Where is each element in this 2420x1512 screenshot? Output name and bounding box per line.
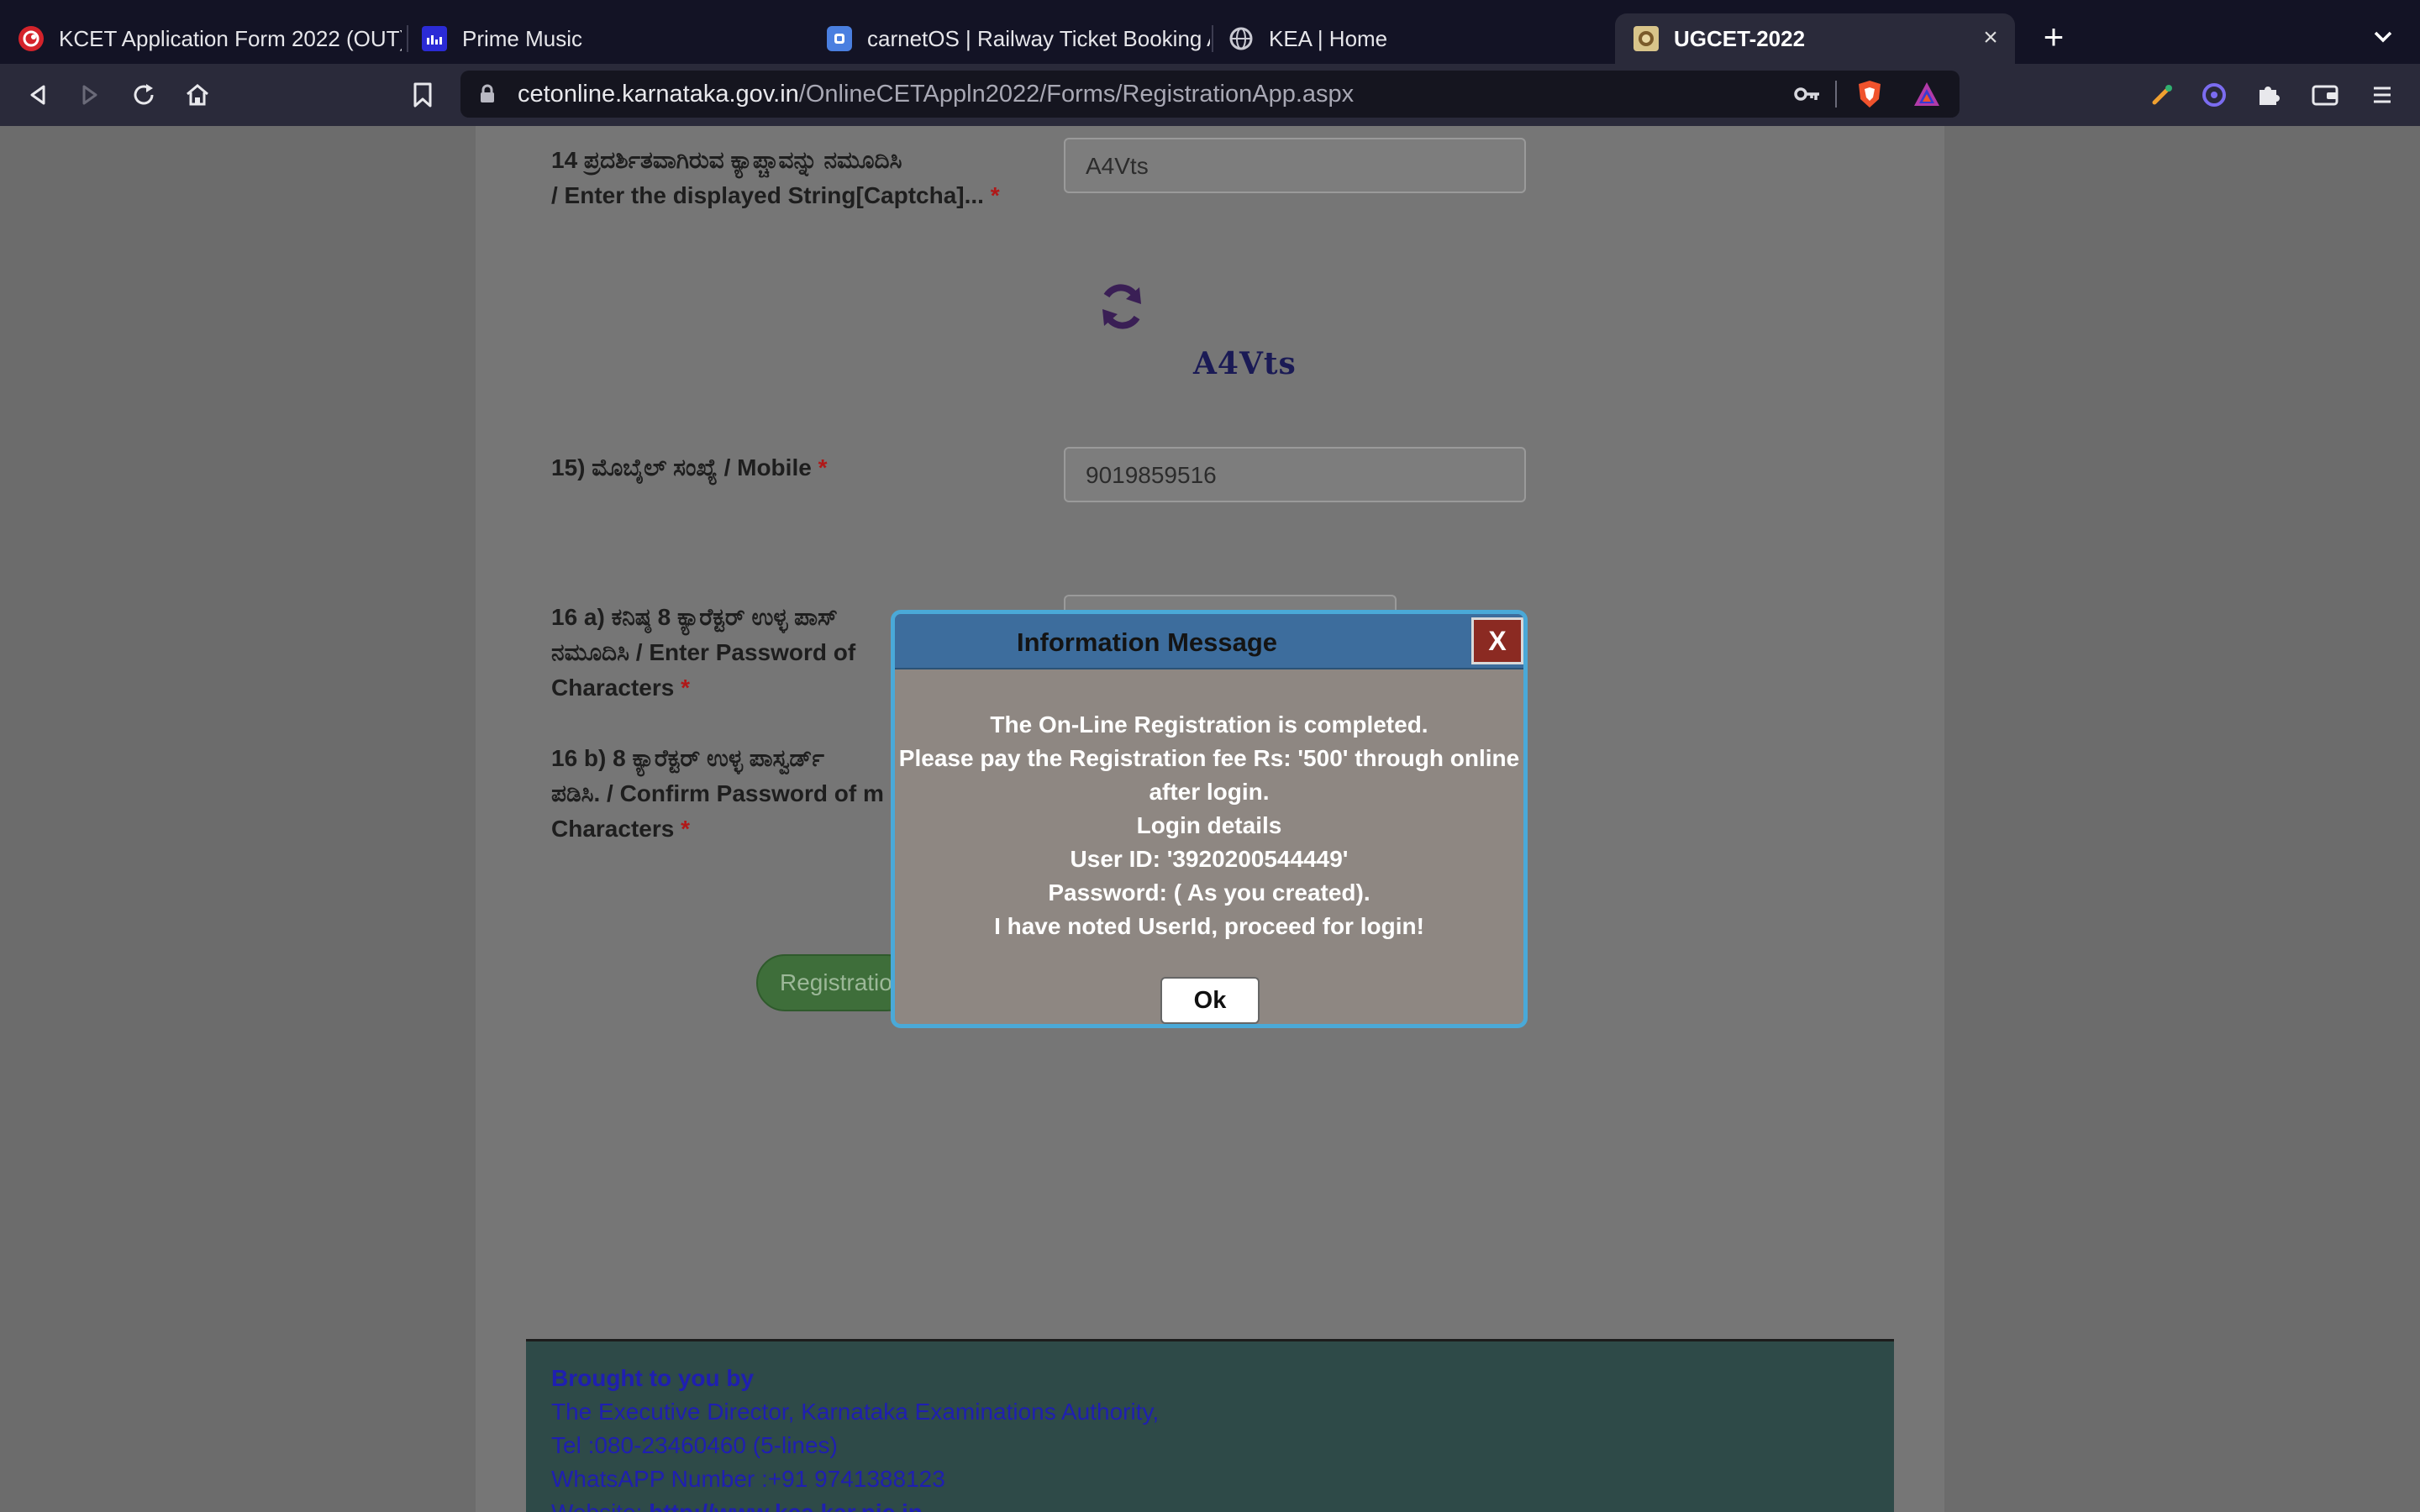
footer: Brought to you by The Executive Director…: [526, 1339, 1894, 1512]
tab-title: Prime Music: [462, 25, 583, 51]
message-line: Please pay the Registration fee Rs: '500…: [898, 745, 1520, 771]
message-line: The On-Line Registration is completed.: [990, 711, 1428, 738]
captcha-label-kannada: 14 ಪ್ರದರ್ಶಿತವಾಗಿರುವ ಕ್ಯಾಪ್ಚಾವನ್ನು ನಮೂದಿಸ…: [551, 147, 902, 173]
tab-kea-home[interactable]: KEA | Home: [1210, 13, 1612, 64]
back-icon[interactable]: [20, 77, 55, 113]
kea-emblem-icon: [1634, 26, 1659, 51]
brave-rewards-icon[interactable]: [1912, 81, 1941, 112]
new-tab-icon[interactable]: +: [2037, 19, 2070, 55]
message-line: I have noted UserId, proceed for login!: [994, 913, 1424, 939]
url-text: cetonline.karnataka.gov.in/OnlineCETAppl…: [518, 81, 1354, 108]
tab-search-chevron-icon[interactable]: [2368, 22, 2398, 52]
password-label: 16 a) ಕನಿಷ್ಠ 8 ಕ್ಯಾರೆಕ್ಟರ್ ಉಳ್ಳ ಪಾಸ್ ನಮೂ…: [551, 604, 856, 701]
extensions-puzzle-icon[interactable]: [2250, 77, 2286, 113]
forward-icon[interactable]: [72, 77, 108, 113]
dialog-title: Information Message: [1016, 627, 1278, 657]
footer-website-link[interactable]: http://www.kea.kar.nic.in: [649, 1499, 923, 1512]
mobile-input[interactable]: 9019859516: [1064, 447, 1526, 502]
tab-title: KCET Application Form 2022 (OUT): [59, 25, 402, 51]
tab-title: carnetOS | Railway Ticket Booking A: [867, 25, 1210, 51]
confirm-password-label: 16 b) 8 ಕ್ಯಾರೆಕ್ಟರ್ ಉಳ್ಳ ಪಾಸ್ವರ್ಡ್ ಪಡಿಸಿ…: [551, 745, 884, 842]
tab-ugcet-active[interactable]: UGCET-2022 ×: [1615, 13, 2015, 64]
brave-shield-icon[interactable]: [1855, 79, 1884, 113]
captcha-label: 14 ಪ್ರದರ್ಶಿತವಾಗಿರುವ ಕ್ಯಾಪ್ಚಾವನ್ನು ನಮೂದಿಸ…: [551, 143, 1000, 213]
tab-title: KEA | Home: [1269, 25, 1388, 51]
captcha-image-text: A4Vts: [1193, 346, 1297, 381]
dialog-message: The On-Line Registration is completed. P…: [895, 708, 1523, 943]
globe-icon: [1228, 26, 1254, 51]
dialog-header: Information Message X: [895, 614, 1523, 669]
carnetos-icon: [827, 26, 852, 51]
message-line: Password: ( As you created).: [1048, 879, 1370, 906]
close-tab-icon[interactable]: ×: [1976, 24, 2005, 52]
information-message-dialog: Information Message X The On-Line Regist…: [891, 610, 1528, 1028]
tab-title: UGCET-2022: [1674, 25, 1806, 51]
prime-music-icon: [422, 26, 447, 51]
message-line: after login.: [1149, 779, 1270, 805]
menu-hamburger-icon[interactable]: [2365, 77, 2400, 113]
tab-carnetos[interactable]: carnetOS | Railway Ticket Booking A: [808, 13, 1210, 64]
url-divider: [1835, 81, 1837, 108]
tab-strip: KCET Application Form 2022 (OUT) Prime M…: [0, 0, 2420, 64]
required-asterisk: *: [681, 816, 690, 842]
required-asterisk: *: [990, 182, 1000, 208]
wallet-icon[interactable]: [2307, 77, 2343, 113]
url-domain: cetonline.karnataka.gov.in: [518, 81, 799, 108]
key-icon[interactable]: [1793, 82, 1822, 110]
footer-authority: The Executive Director, Karnataka Examin…: [551, 1399, 1160, 1425]
kcet-logo-icon: [18, 26, 44, 51]
user-id-line: User ID: '3920200544449': [1070, 846, 1349, 872]
required-asterisk: *: [818, 454, 828, 480]
url-path: /OnlineCETAppln2022/Forms/RegistrationAp…: [798, 81, 1355, 108]
address-bar[interactable]: cetonline.karnataka.gov.in/OnlineCETAppl…: [460, 71, 1960, 118]
tab-prime-music[interactable]: Prime Music: [403, 13, 805, 64]
captcha-refresh-icon[interactable]: [1092, 277, 1151, 336]
mobile-label: 15) ಮೊಬೈಲ್ ಸಂಖ್ಯೆ / Mobile *: [551, 454, 828, 480]
footer-website: Website: http://www.kea.kar.nic.in: [551, 1499, 923, 1512]
mastodon-extension-icon[interactable]: [2196, 77, 2232, 113]
dialog-close-button[interactable]: X: [1471, 617, 1523, 664]
home-icon[interactable]: [180, 77, 215, 113]
captcha-input[interactable]: A4Vts: [1064, 138, 1526, 193]
reload-icon[interactable]: [126, 77, 161, 113]
footer-telephone: Tel :080-23460460 (5-lines): [551, 1432, 838, 1458]
tab-kcet[interactable]: KCET Application Form 2022 (OUT): [0, 13, 402, 64]
required-asterisk: *: [681, 675, 690, 701]
captcha-label-english: / Enter the displayed String[Captcha]...…: [551, 182, 1000, 208]
footer-heading: Brought to you by: [551, 1365, 755, 1391]
lock-icon[interactable]: [479, 84, 496, 108]
bookmark-icon[interactable]: [405, 77, 440, 113]
message-line: Login details: [1136, 812, 1282, 838]
color-picker-extension-icon[interactable]: [2144, 77, 2180, 113]
footer-whatsapp: WhatsAPP Number :+91 9741388123: [551, 1466, 945, 1492]
ok-button[interactable]: Ok: [1160, 977, 1260, 1024]
